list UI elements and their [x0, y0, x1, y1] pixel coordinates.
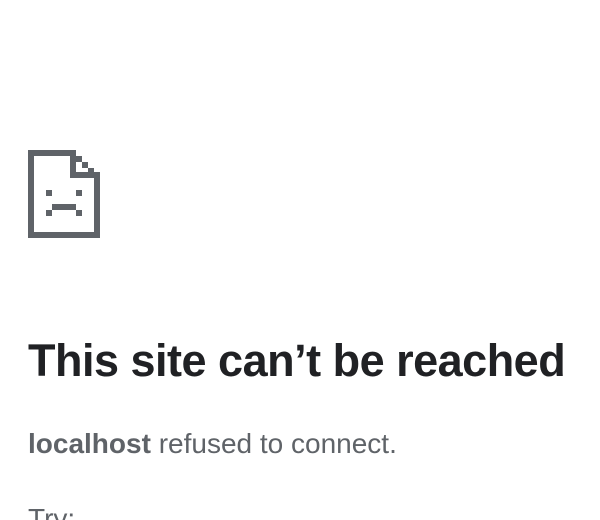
suggestions-label: Try: — [28, 503, 76, 520]
error-page: This site can’t be reached localhost ref… — [0, 0, 600, 520]
error-detail-text: refused to connect. — [150, 428, 397, 459]
error-detail: localhost refused to connect. — [28, 425, 397, 463]
error-host: localhost — [28, 428, 151, 459]
error-heading: This site can’t be reached — [28, 335, 566, 386]
sad-page-icon — [28, 150, 100, 238]
